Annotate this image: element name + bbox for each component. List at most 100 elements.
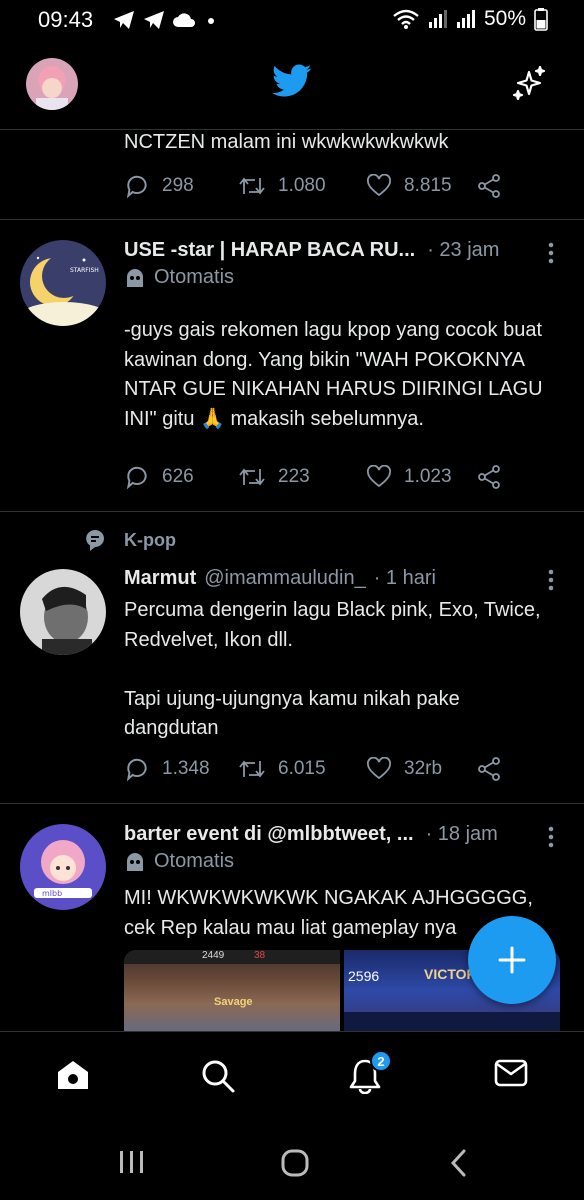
search-icon — [202, 1060, 235, 1093]
timeline[interactable]: NCTZEN malam ini wkwkwkwkwkwk 298 1.080 … — [0, 131, 584, 1031]
notification-badge: 2 — [370, 1050, 392, 1072]
status-bar: 09:43 50% — [0, 0, 584, 44]
avatar[interactable]: mlbb — [20, 824, 106, 910]
reply-count: 1.348 — [162, 758, 210, 779]
tweet[interactable]: STARFISH USE -star | HARAP BACA RU... · … — [0, 220, 584, 512]
tweet-header: USE -star | HARAP BACA RU... · 23 jam Ot… — [124, 239, 544, 289]
tweet-text: -guys gais rekomen lagu kpop yang cocok … — [124, 319, 549, 430]
wifi-icon — [393, 9, 419, 29]
share-icon — [478, 465, 500, 489]
like-count: 32rb — [404, 758, 443, 779]
status-time: 09:43 — [38, 7, 94, 32]
telegram-icon — [144, 11, 164, 29]
avatar[interactable]: STARFISH — [20, 240, 106, 326]
recents-icon[interactable] — [118, 1150, 146, 1179]
retweet-icon — [239, 468, 265, 486]
signal-icon — [428, 10, 447, 28]
signal-icon — [456, 10, 475, 28]
tweet-actions: 626 223 1.023 — [124, 462, 502, 492]
tweet-header: Marmut @imammauludin_ · 1 hari — [124, 567, 544, 590]
media-caption: Savage — [214, 996, 253, 1008]
reply-icon — [126, 175, 147, 199]
share-icon — [478, 174, 500, 198]
top-app-bar — [0, 44, 584, 130]
media-image-left[interactable]: 2449 38 Savage — [124, 950, 340, 1031]
tweet-actions: 298 1.080 8.815 — [124, 171, 502, 201]
share-button[interactable] — [476, 464, 502, 490]
automated-label: Otomatis — [124, 850, 544, 873]
tweet-text: Percuma dengerin lagu Black pink, Exo, T… — [124, 599, 541, 739]
retweet-count: 223 — [278, 466, 310, 487]
reply-button[interactable]: 298 — [124, 173, 238, 199]
heart-icon — [367, 174, 391, 197]
tweet-time: · 23 jam — [427, 239, 500, 261]
user-handle[interactable]: @imammauludin_ — [204, 567, 365, 590]
automated-label: Otomatis — [124, 266, 544, 289]
telegram-icon — [114, 11, 134, 29]
tweet-text: NCTZEN malam ini wkwkwkwkwkwk — [124, 131, 449, 153]
reply-icon — [126, 758, 147, 782]
retweet-button[interactable]: 223 — [238, 465, 366, 489]
status-notification-icons — [112, 9, 218, 31]
media-score-left: 2449 — [202, 950, 225, 961]
plus-icon — [498, 946, 526, 974]
share-icon — [478, 757, 500, 781]
bot-icon — [127, 268, 143, 287]
nav-notifications[interactable]: 2 — [348, 1050, 392, 1099]
display-name[interactable]: USE -star | HARAP BACA RU... — [124, 239, 415, 262]
like-button[interactable]: 1.023 — [366, 465, 476, 489]
more-options-icon[interactable] — [548, 569, 554, 596]
tweet-time: · 18 jam — [425, 823, 498, 845]
display-name[interactable]: barter event di @mlbbtweet, ... — [124, 823, 414, 846]
back-icon[interactable] — [448, 1148, 468, 1183]
retweet-button[interactable]: 6.015 — [238, 757, 366, 781]
system-navigation-bar — [0, 1124, 584, 1200]
dot-icon — [208, 18, 214, 24]
display-name[interactable]: Marmut — [124, 567, 196, 590]
like-count: 1.023 — [404, 466, 452, 487]
more-options-icon[interactable] — [548, 242, 554, 269]
battery-icon — [534, 8, 548, 31]
sparkle-icon[interactable] — [512, 65, 546, 105]
retweet-button[interactable]: 1.080 — [238, 174, 366, 198]
retweet-icon — [239, 760, 265, 778]
svg-text:STARFISH: STARFISH — [70, 267, 99, 274]
retweet-icon — [239, 177, 265, 195]
topic-label: K-pop — [124, 529, 176, 550]
share-button[interactable] — [476, 756, 502, 782]
media-score-right: 38 — [254, 950, 266, 961]
tweet-actions: 1.348 6.015 32rb — [124, 754, 502, 784]
like-count: 8.815 — [404, 175, 452, 196]
nav-messages[interactable] — [494, 1058, 528, 1093]
twitter-bird-icon[interactable] — [272, 64, 312, 103]
compose-tweet-button[interactable] — [468, 916, 556, 1004]
media-number: 2596 — [348, 968, 380, 984]
cloud-icon — [173, 13, 195, 27]
automated-text: Otomatis — [154, 850, 235, 872]
profile-avatar[interactable] — [26, 58, 78, 110]
battery-percent: 50% — [483, 7, 526, 30]
share-button[interactable] — [476, 173, 502, 199]
like-button[interactable]: 32rb — [366, 757, 476, 781]
more-options-icon[interactable] — [548, 826, 554, 853]
avatar[interactable] — [20, 569, 106, 655]
home-icon — [58, 1061, 88, 1089]
tweet[interactable]: K-pop Marmut @imammauludin_ · 1 hari Per… — [0, 512, 584, 804]
automated-text: Otomatis — [154, 266, 235, 288]
reply-count: 298 — [162, 175, 194, 196]
like-button[interactable]: 8.815 — [366, 174, 476, 198]
retweet-count: 1.080 — [278, 175, 326, 196]
reply-icon — [126, 466, 147, 490]
bottom-navigation: 2 — [0, 1031, 584, 1123]
topic-context[interactable]: K-pop — [84, 528, 176, 552]
reply-button[interactable]: 1.348 — [124, 756, 238, 782]
tweet[interactable]: NCTZEN malam ini wkwkwkwkwkwk 298 1.080 … — [0, 131, 584, 220]
tweet-time: · 1 hari — [373, 567, 436, 589]
nav-search[interactable] — [200, 1058, 236, 1099]
nav-home[interactable] — [56, 1058, 90, 1097]
home-circle-icon[interactable] — [280, 1148, 310, 1183]
retweet-count: 6.015 — [278, 758, 326, 779]
heart-icon — [367, 757, 391, 780]
reply-button[interactable]: 626 — [124, 464, 238, 490]
topic-icon — [86, 530, 104, 551]
